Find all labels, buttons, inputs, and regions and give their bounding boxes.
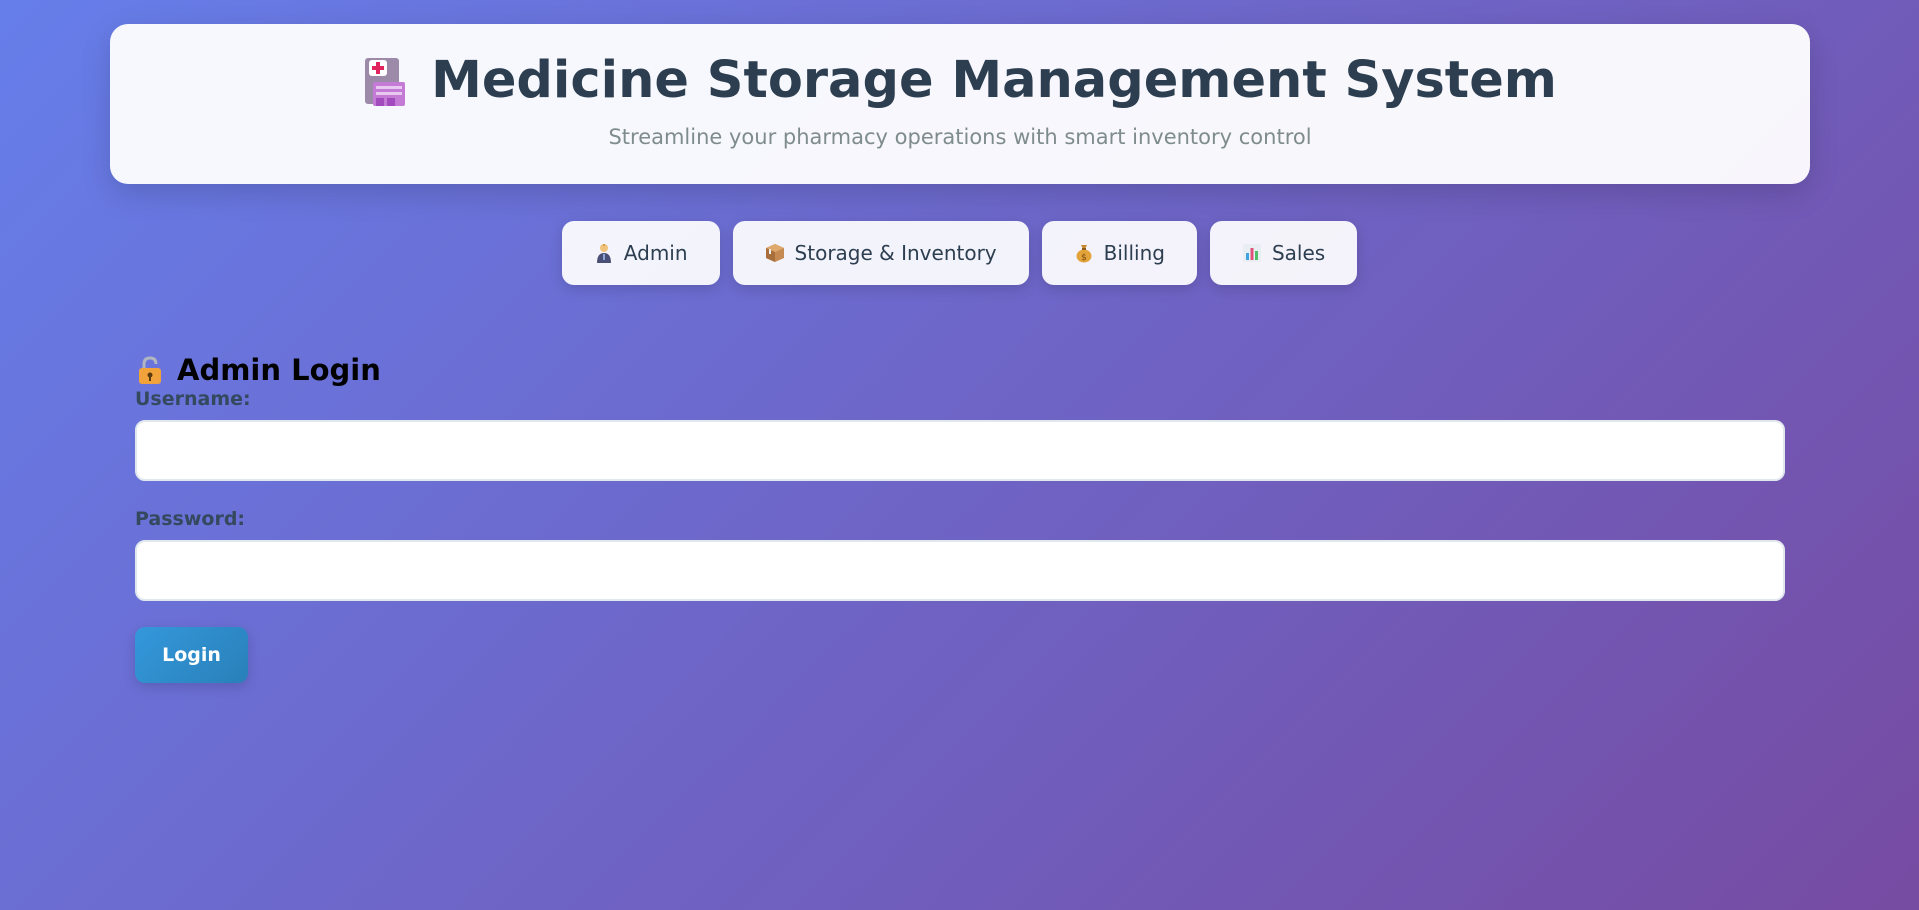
bar-chart-icon <box>1242 243 1262 263</box>
username-input[interactable] <box>135 420 1785 481</box>
admin-login-section: Admin Login Username: Password: Login <box>135 346 1785 683</box>
app-title: Medicine Storage Management System <box>431 51 1557 110</box>
money-bag-icon: $ <box>1074 243 1094 263</box>
username-label: Username: <box>135 388 251 410</box>
package-icon <box>765 243 785 263</box>
nav-storage-inventory-label: Storage & Inventory <box>794 241 997 265</box>
admin-person-icon <box>594 243 614 263</box>
nav-billing-button[interactable]: $ Billing <box>1041 221 1197 285</box>
login-button[interactable]: Login <box>135 627 248 683</box>
password-label: Password: <box>135 508 246 530</box>
nav-admin-button[interactable]: Admin <box>561 221 720 285</box>
nav-admin-label: Admin <box>623 241 688 265</box>
main-nav: Admin Storage & Inventory $ Billing Sale… <box>0 221 1919 285</box>
nav-storage-inventory-button[interactable]: Storage & Inventory <box>732 221 1029 285</box>
password-input[interactable] <box>135 540 1785 601</box>
nav-billing-label: Billing <box>1103 241 1165 265</box>
svg-text:$: $ <box>1081 253 1087 263</box>
app-subtitle: Streamline your pharmacy operations with… <box>608 125 1312 150</box>
login-title-row: Admin Login <box>135 346 1785 394</box>
login-title: Admin Login <box>177 353 381 387</box>
nav-sales-label: Sales <box>1271 241 1326 265</box>
app-title-row: Medicine Storage Management System <box>110 24 1810 111</box>
app-header: Medicine Storage Management System Strea… <box>110 24 1810 184</box>
nav-sales-button[interactable]: Sales <box>1209 221 1358 285</box>
lock-icon <box>135 355 165 385</box>
hospital-icon <box>363 56 407 106</box>
